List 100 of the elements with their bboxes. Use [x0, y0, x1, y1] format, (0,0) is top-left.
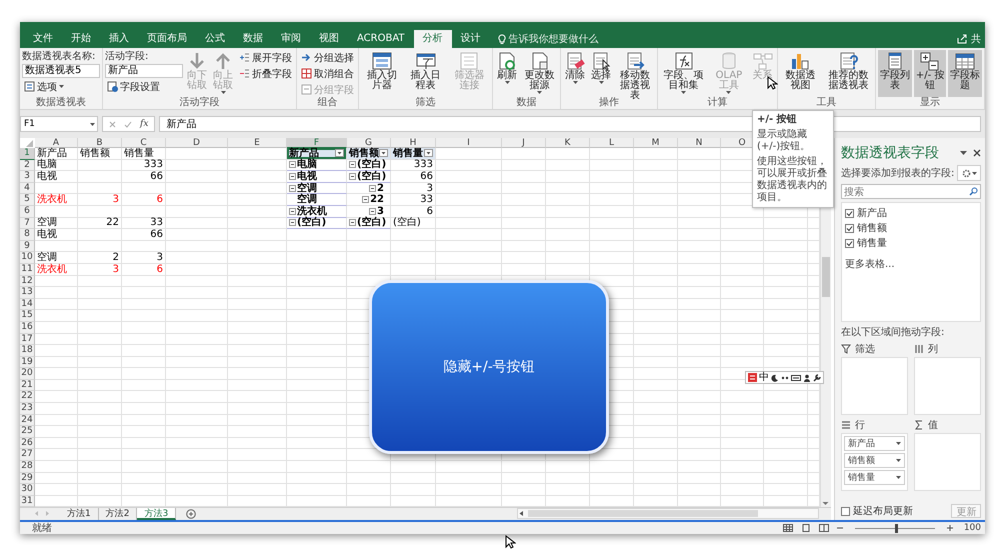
ribbon-button[interactable]: 分组选择	[299, 50, 356, 65]
empty-cell[interactable]	[122, 310, 166, 322]
empty-cell[interactable]	[678, 438, 721, 450]
empty-cell[interactable]	[287, 229, 347, 241]
empty-cell[interactable]	[721, 391, 764, 404]
checkmark-icon[interactable]	[124, 120, 132, 128]
row-header[interactable]: 14	[20, 298, 35, 310]
empty-cell[interactable]	[166, 276, 228, 288]
empty-cell[interactable]	[287, 310, 347, 322]
row-header[interactable]: 27	[20, 449, 35, 462]
drop-area[interactable]	[914, 357, 982, 415]
table-cell[interactable]: 电视	[297, 170, 317, 182]
caret-icon[interactable]	[896, 459, 902, 462]
ribbon-tab[interactable]: ACROBAT	[348, 30, 414, 48]
column-header[interactable]: L	[590, 138, 634, 148]
caret-icon[interactable]	[59, 85, 64, 88]
empty-cell[interactable]	[122, 472, 166, 484]
empty-cell[interactable]	[287, 484, 347, 496]
empty-cell[interactable]	[228, 194, 287, 206]
empty-cell[interactable]	[721, 298, 764, 310]
horizontal-scrollbar[interactable]	[517, 508, 819, 520]
table-cell[interactable]: 3	[377, 206, 384, 217]
table-cell[interactable]: 66	[391, 171, 436, 183]
empty-cell[interactable]	[166, 240, 228, 252]
empty-cell[interactable]	[721, 414, 764, 426]
empty-cell[interactable]	[166, 403, 228, 415]
ime-logo-icon[interactable]	[748, 373, 757, 382]
empty-cell[interactable]	[391, 252, 436, 264]
empty-cell[interactable]	[228, 356, 287, 368]
ribbon-tab[interactable]: 审阅	[272, 30, 310, 48]
empty-cell[interactable]	[634, 252, 678, 264]
empty-cell[interactable]	[122, 206, 166, 218]
table-cell[interactable]: 333	[122, 160, 166, 172]
add-sheet-icon[interactable]	[186, 508, 196, 519]
drop-area[interactable]: 新产品 销售额 销售量	[841, 433, 908, 491]
empty-cell[interactable]	[634, 438, 678, 450]
settings-button[interactable]	[957, 165, 982, 181]
empty-cell[interactable]	[122, 426, 166, 438]
input-mode[interactable]: 中	[759, 372, 769, 382]
empty-cell[interactable]	[287, 264, 347, 276]
empty-cell[interactable]	[590, 461, 634, 473]
empty-cell[interactable]	[166, 345, 228, 357]
empty-cell[interactable]	[78, 182, 122, 194]
empty-cell[interactable]	[678, 403, 721, 415]
empty-cell[interactable]	[78, 310, 122, 322]
empty-cell[interactable]	[122, 287, 166, 299]
empty-cell[interactable]	[502, 171, 546, 183]
table-cell[interactable]: 6	[122, 194, 166, 206]
empty-cell[interactable]	[228, 449, 287, 462]
ribbon-button[interactable]: 选择	[589, 50, 614, 97]
collapse-button-icon[interactable]	[289, 172, 296, 180]
row-header[interactable]: 9	[20, 240, 35, 252]
empty-cell[interactable]	[764, 310, 808, 322]
row-header[interactable]: 7	[20, 218, 35, 230]
empty-cell[interactable]	[166, 148, 228, 160]
ribbon-tab[interactable]: 设计	[452, 30, 490, 48]
table-cell[interactable]: 空调	[35, 252, 78, 264]
empty-cell[interactable]	[78, 484, 122, 496]
empty-cell[interactable]	[287, 449, 347, 462]
empty-cell[interactable]	[634, 171, 678, 183]
empty-cell[interactable]	[634, 472, 678, 484]
empty-cell[interactable]	[546, 194, 590, 206]
empty-cell[interactable]	[347, 229, 391, 241]
empty-cell[interactable]	[634, 414, 678, 426]
empty-cell[interactable]	[78, 345, 122, 357]
empty-cell[interactable]	[634, 368, 678, 380]
empty-cell[interactable]	[764, 426, 808, 438]
empty-cell[interactable]	[634, 194, 678, 206]
filter-dropdown-icon[interactable]	[424, 149, 433, 158]
row-header[interactable]: 3	[20, 171, 35, 183]
page-break-icon[interactable]	[818, 524, 829, 532]
empty-cell[interactable]	[166, 171, 228, 183]
ribbon-button[interactable]: 移动数据透视表	[615, 50, 656, 97]
ribbon-tab[interactable]: 分析	[414, 30, 452, 48]
empty-cell[interactable]	[228, 264, 287, 276]
empty-cell[interactable]	[590, 171, 634, 183]
empty-cell[interactable]	[122, 322, 166, 334]
empty-cell[interactable]	[122, 298, 166, 310]
empty-cell[interactable]	[678, 345, 721, 357]
empty-cell[interactable]	[436, 472, 502, 484]
empty-cell[interactable]	[166, 472, 228, 484]
empty-cell[interactable]	[287, 287, 347, 299]
table-cell[interactable]: 22	[370, 194, 384, 206]
empty-cell[interactable]	[166, 334, 228, 346]
empty-cell[interactable]	[764, 252, 808, 264]
empty-cell[interactable]	[287, 391, 347, 404]
empty-cell[interactable]	[78, 461, 122, 473]
empty-cell[interactable]	[287, 403, 347, 415]
empty-cell[interactable]	[78, 240, 122, 252]
empty-cell[interactable]	[634, 391, 678, 404]
table-cell[interactable]: 电脑	[297, 159, 317, 170]
ribbon-button[interactable]: 折叠字段	[237, 66, 294, 81]
empty-cell[interactable]	[590, 484, 634, 496]
empty-cell[interactable]	[228, 426, 287, 438]
empty-cell[interactable]	[166, 287, 228, 299]
empty-cell[interactable]	[634, 240, 678, 252]
table-cell[interactable]: 33	[391, 194, 436, 206]
empty-cell[interactable]	[166, 310, 228, 322]
empty-cell[interactable]	[546, 171, 590, 183]
empty-cell[interactable]	[502, 218, 546, 230]
